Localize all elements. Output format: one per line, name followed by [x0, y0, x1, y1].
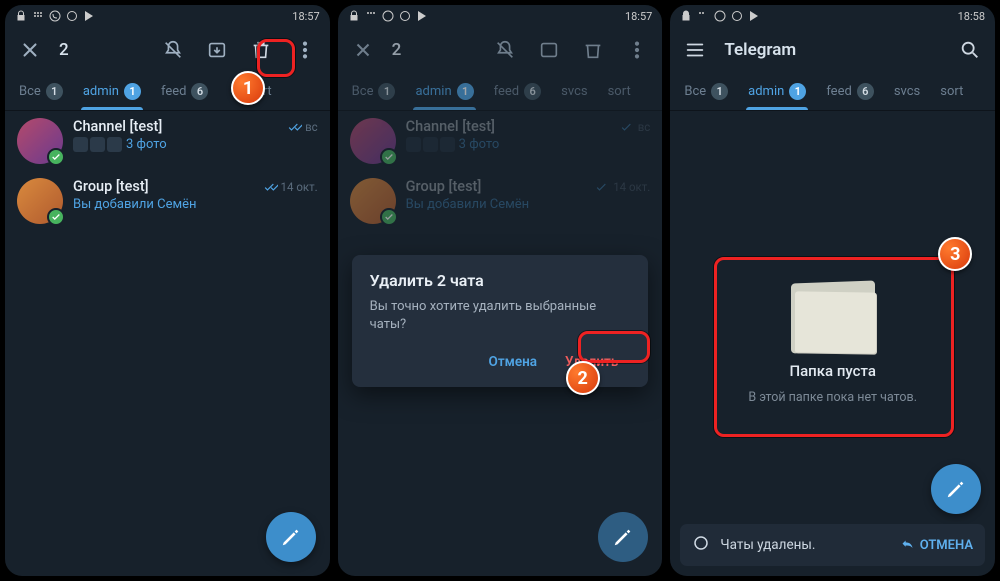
selection-app-bar: 2 [338, 27, 663, 73]
chat-name: Group [test] [73, 178, 149, 195]
chat-preview: Вы добавили Семён [73, 197, 318, 212]
tab-all[interactable]: Все1 [674, 73, 738, 110]
step-badge-1: 1 [231, 71, 265, 105]
main-app-bar: Telegram [670, 27, 995, 73]
chat-row[interactable]: Group [test]14 окт. Вы добавили Семён [5, 171, 330, 231]
step-highlight-1 [257, 39, 295, 77]
tab-feed[interactable]: feed6 [816, 73, 884, 110]
grid-icon [32, 10, 44, 22]
tab-svcs[interactable]: svcs [551, 73, 597, 110]
folder-tabs: Все1 admin1 feed6 svcs sort [670, 73, 995, 111]
chat-list: Channel [test]вс 3 фото Group [test]14 о… [5, 111, 330, 231]
chat-row[interactable]: Channel [test]вс 3 фото [5, 111, 330, 171]
undo-icon [900, 538, 915, 553]
dialog-title: Удалить 2 чата [370, 271, 631, 290]
status-left-icons [348, 10, 428, 22]
tab-all[interactable]: Все1 [9, 73, 73, 110]
pencil-icon [945, 478, 967, 500]
status-bar: 18:57 [5, 5, 330, 27]
status-clock: 18:57 [625, 10, 652, 23]
status-bar: 18:58 [670, 5, 995, 27]
lock-icon [680, 10, 692, 22]
tab-all[interactable]: Все1 [342, 73, 406, 110]
status-clock: 18:57 [292, 10, 319, 23]
archive-button[interactable] [198, 31, 236, 69]
step-highlight-3 [714, 257, 954, 437]
selection-count: 2 [392, 40, 402, 60]
avatar [350, 178, 396, 224]
selected-check-icon [47, 148, 65, 166]
mute-button[interactable] [154, 31, 192, 69]
progress-icon [692, 534, 710, 556]
read-check-icon [264, 180, 278, 194]
archive-button[interactable] [530, 31, 568, 69]
status-left-icons [680, 10, 760, 22]
viber-icon [731, 10, 743, 22]
screen-2: 18:57 2 Все1 admin1 feed6 svcs sort Chan… [337, 4, 664, 577]
close-selection-button[interactable] [344, 31, 382, 69]
chat-row: Group [test]14 окт.Вы добавили Семён [338, 171, 663, 231]
close-selection-button[interactable] [11, 31, 49, 69]
grid-icon [365, 10, 377, 22]
tab-admin[interactable]: admin1 [738, 73, 816, 110]
snackbar-undo-button[interactable]: ОТМЕНА [900, 538, 973, 553]
delete-button[interactable] [574, 31, 612, 69]
selection-count: 2 [59, 40, 69, 60]
dialog-text: Вы точно хотите удалить выбранные чаты? [370, 298, 631, 333]
more-button[interactable] [618, 31, 656, 69]
status-clock: 18:58 [958, 10, 985, 23]
tab-feed[interactable]: feed6 [484, 73, 552, 110]
whatsapp-icon [49, 10, 61, 22]
step-badge-2: 2 [566, 361, 600, 395]
selected-check-icon [47, 208, 65, 226]
folder-tabs: Все1 admin1 feed6 sort [5, 73, 330, 111]
search-icon [959, 39, 981, 61]
chat-name: Channel [test] [73, 118, 162, 135]
play-icon [83, 10, 95, 22]
play-icon [416, 10, 428, 22]
chat-row: Channel [test]вс3 фото [338, 111, 663, 171]
pencil-icon [280, 526, 302, 548]
whatsapp-icon [714, 10, 726, 22]
tab-sort[interactable]: sort [598, 73, 641, 110]
tab-svcs[interactable]: svcs [884, 73, 930, 110]
menu-button[interactable] [676, 31, 714, 69]
tab-admin[interactable]: admin1 [405, 73, 483, 110]
avatar [350, 118, 396, 164]
tab-admin[interactable]: admin1 [73, 73, 151, 110]
avatar [17, 118, 63, 164]
lock-icon [15, 10, 27, 22]
step-highlight-2 [578, 331, 650, 363]
snackbar-text: Чаты удалены. [720, 537, 815, 553]
thumbnail-icon [73, 137, 122, 152]
compose-fab[interactable] [266, 512, 316, 562]
viber-icon [66, 10, 78, 22]
screen-3: 18:58 Telegram Все1 admin1 feed6 svcs so… [669, 4, 996, 577]
status-bar: 18:57 [338, 5, 663, 27]
viber-icon [399, 10, 411, 22]
avatar [17, 178, 63, 224]
chat-list: Channel [test]вс3 фото Group [test]14 ок… [338, 111, 663, 231]
folder-tabs: Все1 admin1 feed6 svcs sort [338, 73, 663, 111]
dialog-cancel-button[interactable]: Отмена [477, 347, 550, 377]
pencil-icon [612, 526, 634, 548]
grid-icon [697, 10, 709, 22]
search-button[interactable] [951, 31, 989, 69]
app-title: Telegram [724, 40, 796, 60]
screen-1: 18:57 2 Все1 admin1 feed6 sort Channel [… [4, 4, 331, 577]
delete-confirm-dialog: Удалить 2 чата Вы точно хотите удалить в… [352, 255, 649, 387]
lock-icon [348, 10, 360, 22]
whatsapp-icon [382, 10, 394, 22]
mute-button[interactable] [486, 31, 524, 69]
chat-preview: 3 фото [73, 137, 318, 152]
compose-fab[interactable] [931, 464, 981, 514]
status-left-icons [15, 10, 95, 22]
undo-snackbar: Чаты удалены. ОТМЕНА [680, 524, 985, 566]
play-icon [748, 10, 760, 22]
compose-fab [598, 512, 648, 562]
hamburger-icon [684, 39, 706, 61]
tab-feed[interactable]: feed6 [151, 73, 219, 110]
tab-sort[interactable]: sort [930, 73, 973, 110]
read-check-icon [288, 120, 302, 134]
